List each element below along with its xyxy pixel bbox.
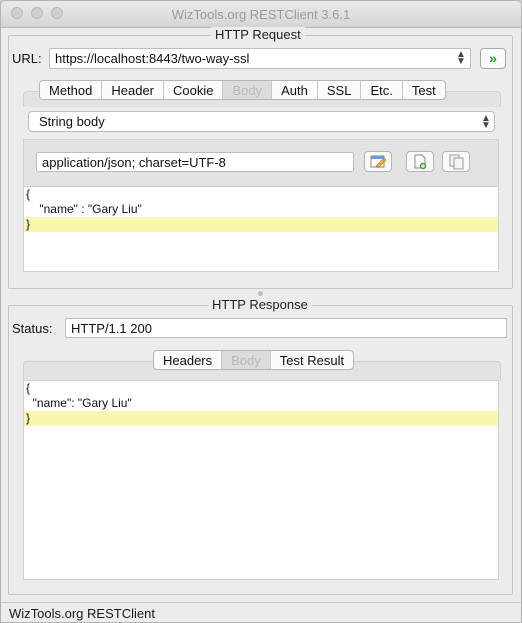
url-label: URL: — [12, 51, 42, 66]
request-tabs: Method Header Cookie Body Auth SSL Etc. Test — [39, 80, 446, 100]
copy-body-button[interactable] — [442, 151, 470, 172]
request-tab-body: Body — [223, 81, 273, 99]
copy-icon — [449, 154, 464, 170]
load-file-icon — [414, 154, 427, 170]
response-body-line: "name": "Gary Liu" — [26, 396, 132, 410]
go-button[interactable]: » — [480, 48, 506, 69]
request-tab-cookie[interactable]: Cookie — [164, 81, 224, 99]
app-window: WizTools.org RESTClient 3.6.1 HTTP Reque… — [0, 0, 522, 623]
status-bar-text: WizTools.org RESTClient — [9, 606, 155, 621]
response-tab-test-result[interactable]: Test Result — [271, 351, 353, 369]
load-body-from-file-button[interactable] — [406, 151, 434, 172]
chevron-updown-icon: ▲ ▼ — [481, 113, 491, 131]
status-value: HTTP/1.1 200 — [71, 321, 152, 336]
http-request-legend: HTTP Request — [211, 27, 305, 42]
request-tab-auth[interactable]: Auth — [272, 81, 318, 99]
window-title: WizTools.org RESTClient 3.6.1 — [171, 7, 351, 22]
request-body-line: "name" : "Gary Liu" — [26, 202, 142, 216]
response-body-line: } — [24, 411, 498, 426]
request-tab-header[interactable]: Header — [102, 81, 165, 99]
edit-content-type-button[interactable] — [364, 151, 392, 172]
edit-icon — [370, 155, 387, 169]
double-chevron-right-icon: » — [489, 50, 497, 66]
status-field: HTTP/1.1 200 — [65, 318, 507, 338]
content-type-input[interactable]: application/json; charset=UTF-8 — [36, 152, 354, 172]
url-history-dropdown[interactable]: ▲ ▼ — [455, 50, 467, 67]
request-tab-test[interactable]: Test — [403, 81, 445, 99]
request-tab-method[interactable]: Method — [40, 81, 103, 99]
url-value: https://localhost:8443/two-way-ssl — [55, 51, 250, 66]
request-body-line: } — [24, 217, 498, 232]
url-input[interactable]: https://localhost:8443/two-way-ssl — [49, 48, 471, 69]
body-type-value: String body — [39, 114, 105, 129]
response-body-line: { — [26, 381, 31, 395]
request-tab-etc[interactable]: Etc. — [361, 81, 403, 99]
request-tab-ssl[interactable]: SSL — [318, 81, 362, 99]
split-pane-divider[interactable] — [258, 291, 263, 296]
response-body-viewer[interactable]: { "name": "Gary Liu" } — [23, 380, 499, 580]
status-label: Status: — [12, 321, 53, 336]
body-type-select[interactable]: String body ▲ ▼ — [28, 111, 495, 132]
response-tab-body: Body — [222, 351, 271, 369]
response-tabs: Headers Body Test Result — [153, 350, 355, 370]
response-tab-headers[interactable]: Headers — [154, 351, 223, 369]
title-bar: WizTools.org RESTClient 3.6.1 — [1, 1, 521, 28]
status-bar: WizTools.org RESTClient — [1, 602, 521, 622]
content-type-value: application/json; charset=UTF-8 — [42, 155, 226, 170]
http-response-legend: HTTP Response — [208, 297, 312, 312]
request-body-editor[interactable]: { "name" : "Gary Liu" } — [23, 186, 499, 272]
request-body-line: { — [26, 187, 31, 201]
